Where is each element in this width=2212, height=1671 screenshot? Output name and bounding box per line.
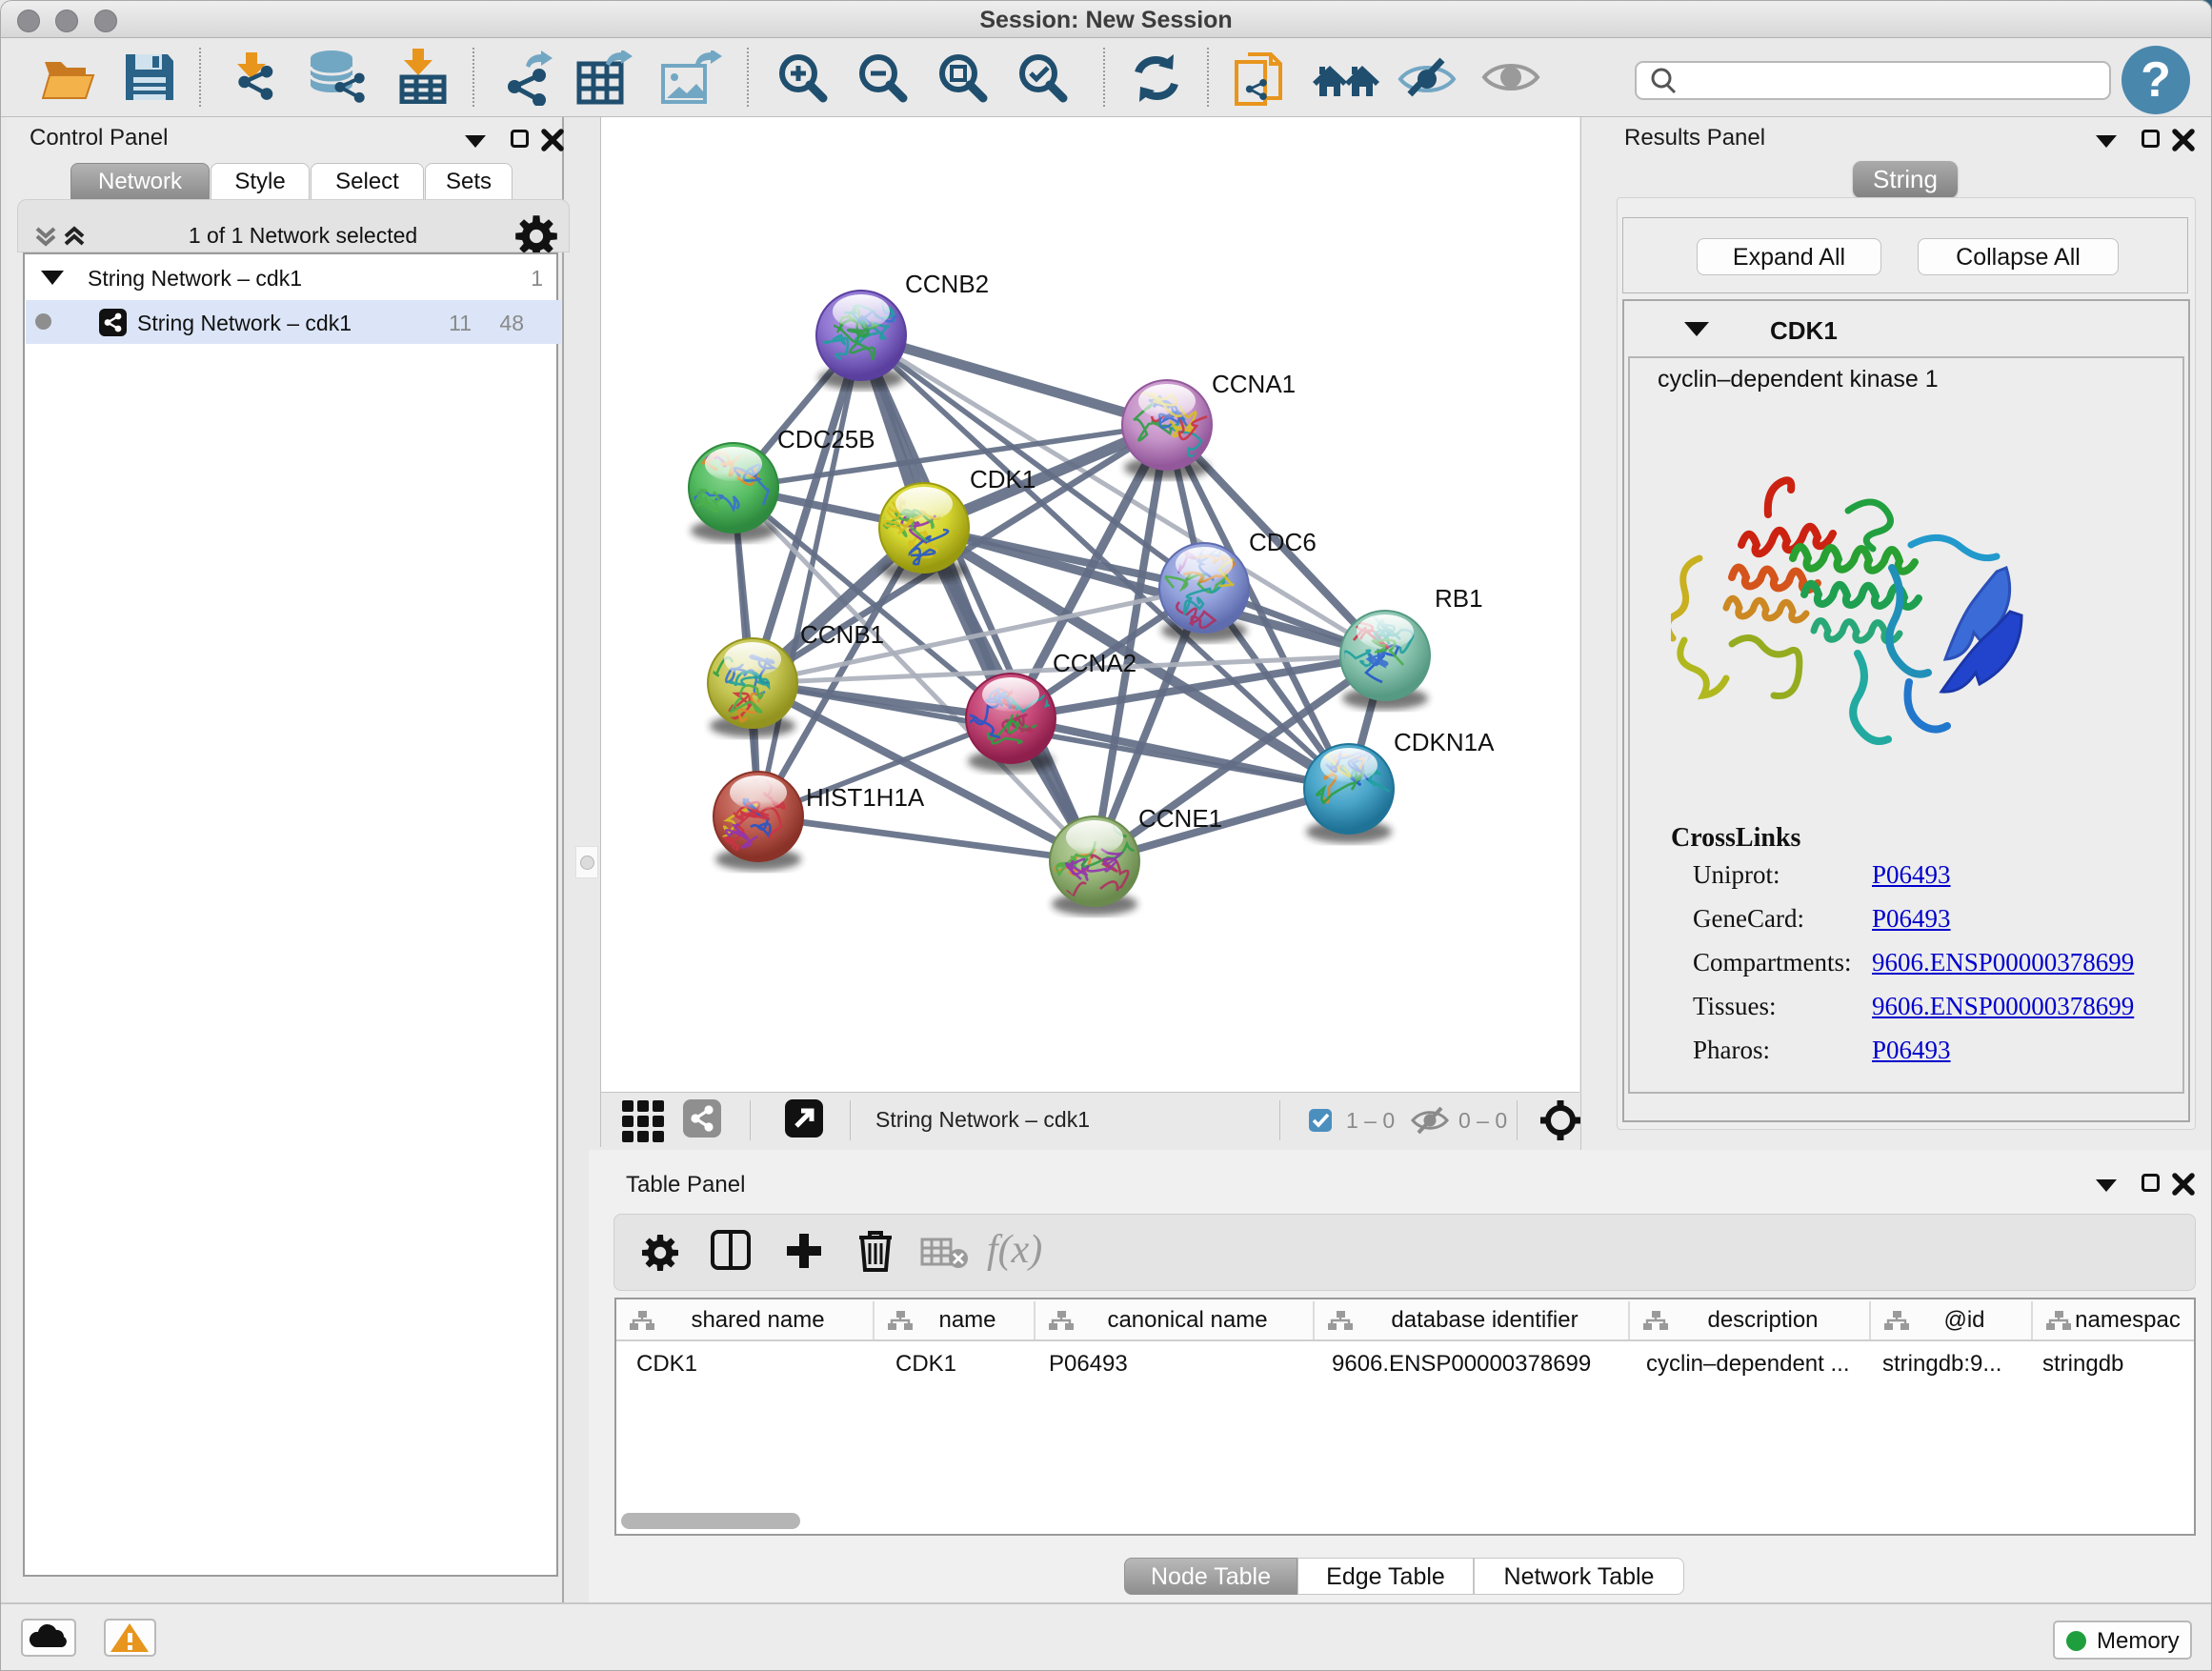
svg-text:CCNB2: CCNB2 [905,270,989,298]
svg-text:CCNA1: CCNA1 [1212,370,1296,398]
svg-text:CDC25B: CDC25B [777,425,875,453]
svg-text:CCNB1: CCNB1 [800,620,884,649]
svg-text:CCNA2: CCNA2 [1053,649,1136,677]
svg-text:CCNE1: CCNE1 [1138,804,1222,833]
svg-text:HIST1H1A: HIST1H1A [806,783,925,812]
svg-text:CDK1: CDK1 [970,465,1036,493]
svg-text:CDKN1A: CDKN1A [1394,728,1495,756]
svg-text:RB1: RB1 [1435,584,1483,613]
svg-text:CDC6: CDC6 [1249,528,1317,556]
